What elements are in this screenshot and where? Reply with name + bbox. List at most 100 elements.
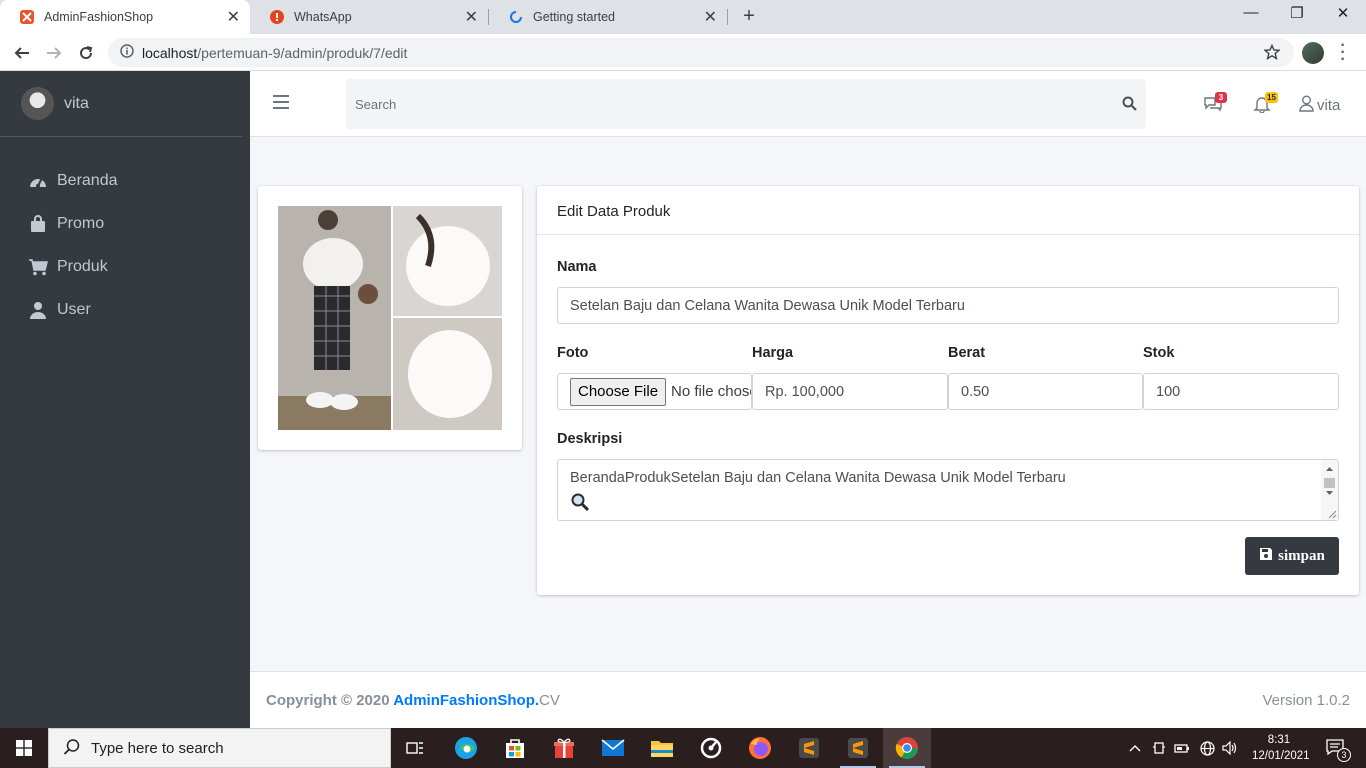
sublime-text-icon[interactable] (785, 728, 833, 768)
search-input[interactable] (346, 79, 1106, 129)
window-close-icon[interactable]: ✕ (1320, 4, 1366, 22)
volume-icon[interactable] (1219, 728, 1241, 768)
foto-file-input[interactable]: Choose File No file chosen (557, 373, 752, 410)
file-status-text: No file chosen (671, 383, 751, 400)
minimize-icon[interactable]: — (1228, 4, 1274, 21)
version-text: Version 1.0.2 (1262, 692, 1350, 709)
address-bar[interactable]: localhost/pertemuan-9/admin/produk/7/edi… (108, 38, 1294, 67)
shopping-cart-icon (28, 257, 48, 277)
tab-getting-started[interactable]: Getting started ✕ (489, 0, 727, 34)
copyright-prefix: Copyright © 2020 (266, 692, 390, 709)
brand-link[interactable]: AdminFashionShop. (393, 692, 539, 709)
alert-favicon-icon (270, 10, 284, 24)
nama-label: Nama (557, 259, 597, 275)
product-photo-card (258, 186, 522, 450)
clock-time: 8:31 (1267, 734, 1291, 746)
action-center-button[interactable]: 3 (1318, 728, 1352, 768)
mail-icon[interactable] (589, 728, 637, 768)
edge-browser-icon[interactable] (442, 728, 490, 768)
back-arrow-icon[interactable] (9, 40, 35, 66)
browser-tab-strip: AdminFashionShop ✕ WhatsApp ✕ Getting st… (0, 0, 1366, 34)
textarea-scrollbar[interactable] (1321, 460, 1338, 520)
new-tab-plus-icon[interactable]: + (738, 5, 760, 28)
berat-input[interactable] (948, 373, 1143, 410)
sidebar: vita Beranda Promo Produk User (0, 71, 250, 728)
profile-avatar[interactable] (1302, 42, 1324, 64)
chrome-icon[interactable] (883, 728, 931, 768)
tab-divider (727, 9, 728, 25)
shopping-bag-icon (28, 214, 48, 234)
close-icon[interactable]: ✕ (227, 7, 240, 27)
url-path: /pertemuan-9/admin/produk/7/edit (197, 44, 408, 61)
forward-arrow-icon[interactable] (41, 40, 67, 66)
browser-menu-icon[interactable]: · · · (1338, 38, 1348, 68)
close-icon[interactable]: ✕ (465, 7, 478, 27)
taskbar-clock[interactable]: 8:31 12/01/2021 (1252, 732, 1310, 764)
notification-count-badge: 3 (1337, 748, 1351, 762)
usb-device-icon[interactable] (1148, 728, 1170, 768)
clock-date: 12/01/2021 (1252, 750, 1310, 762)
deskripsi-textarea[interactable]: BerandaProdukSetelan Baju dan Celana Wan… (557, 459, 1339, 521)
file-explorer-icon[interactable] (638, 728, 686, 768)
dial-app-icon[interactable] (687, 728, 735, 768)
messages-button[interactable]: 3 (1203, 92, 1227, 115)
berat-label: Berat (948, 345, 986, 361)
microsoft-store-icon[interactable] (491, 728, 539, 768)
magnifier-icon (570, 492, 590, 512)
site-info-icon[interactable] (120, 44, 134, 61)
nama-input[interactable] (557, 287, 1339, 324)
stok-label: Stok (1143, 345, 1175, 361)
tab-label: Getting started (533, 10, 615, 24)
show-hidden-icons-chevron-icon[interactable] (1124, 728, 1146, 768)
user-icon (28, 300, 48, 320)
deskripsi-label: Deskripsi (557, 431, 623, 447)
close-icon[interactable]: ✕ (704, 7, 717, 27)
user-outline-icon (1299, 95, 1314, 116)
windows-start-icon[interactable] (0, 728, 48, 768)
restore-icon[interactable]: ❐ (1274, 4, 1320, 22)
sublime-text-running-icon[interactable] (834, 728, 882, 768)
avatar (21, 87, 54, 120)
sidebar-user-name: vita (64, 94, 89, 112)
search-icon[interactable] (1122, 96, 1138, 112)
navbar-user-name: vita (1317, 97, 1341, 114)
foto-label: Foto (557, 345, 589, 361)
sidebar-item-promo[interactable]: Promo (0, 202, 250, 245)
messages-badge: 3 (1215, 92, 1227, 103)
reload-icon[interactable] (73, 40, 99, 66)
deskripsi-text: BerandaProdukSetelan Baju dan Celana Wan… (570, 470, 1066, 486)
notifications-button[interactable]: 15 (1253, 92, 1278, 115)
copyright-text: Copyright © 2020 AdminFashionShop.CV (266, 692, 560, 709)
sidebar-item-user[interactable]: User (0, 288, 250, 331)
tab-adminfashionshop[interactable]: AdminFashionShop ✕ (0, 0, 250, 34)
sidebar-menu: Beranda Promo Produk User (0, 159, 250, 331)
harga-input[interactable] (752, 373, 948, 410)
firefox-icon[interactable] (736, 728, 784, 768)
card-title: Edit Data Produk (537, 186, 1359, 235)
task-view-icon[interactable] (392, 728, 440, 768)
battery-icon[interactable] (1171, 728, 1193, 768)
sidebar-item-produk[interactable]: Produk (0, 245, 250, 288)
gift-app-icon[interactable] (540, 728, 588, 768)
choose-file-button[interactable]: Choose File (570, 377, 667, 406)
tab-label: AdminFashionShop (44, 10, 154, 24)
top-navbar: 3 15 vita (250, 71, 1366, 137)
sidebar-item-beranda[interactable]: Beranda (0, 159, 250, 202)
brand-suffix: CV (539, 692, 560, 709)
loading-spinner-icon (509, 10, 523, 24)
browser-toolbar: localhost/pertemuan-9/admin/produk/7/edi… (0, 34, 1366, 71)
network-globe-icon[interactable] (1196, 728, 1218, 768)
hamburger-menu-icon[interactable] (273, 95, 289, 109)
search-icon (63, 738, 81, 759)
taskbar-search-text: Type here to search (91, 739, 224, 757)
floppy-disk-icon (1259, 547, 1278, 566)
navbar-user-menu[interactable]: vita (1299, 95, 1340, 116)
taskbar-search-box[interactable]: Type here to search (48, 728, 391, 768)
page-footer: Copyright © 2020 AdminFashionShop.CV Ver… (250, 671, 1366, 728)
tab-whatsapp[interactable]: WhatsApp ✕ (250, 0, 488, 34)
save-button[interactable]: simpan (1245, 537, 1339, 575)
stok-input[interactable] (1143, 373, 1339, 410)
sidebar-user-panel[interactable]: vita (0, 71, 242, 137)
tab-label: WhatsApp (294, 10, 352, 24)
bookmark-star-icon[interactable] (1263, 43, 1281, 63)
